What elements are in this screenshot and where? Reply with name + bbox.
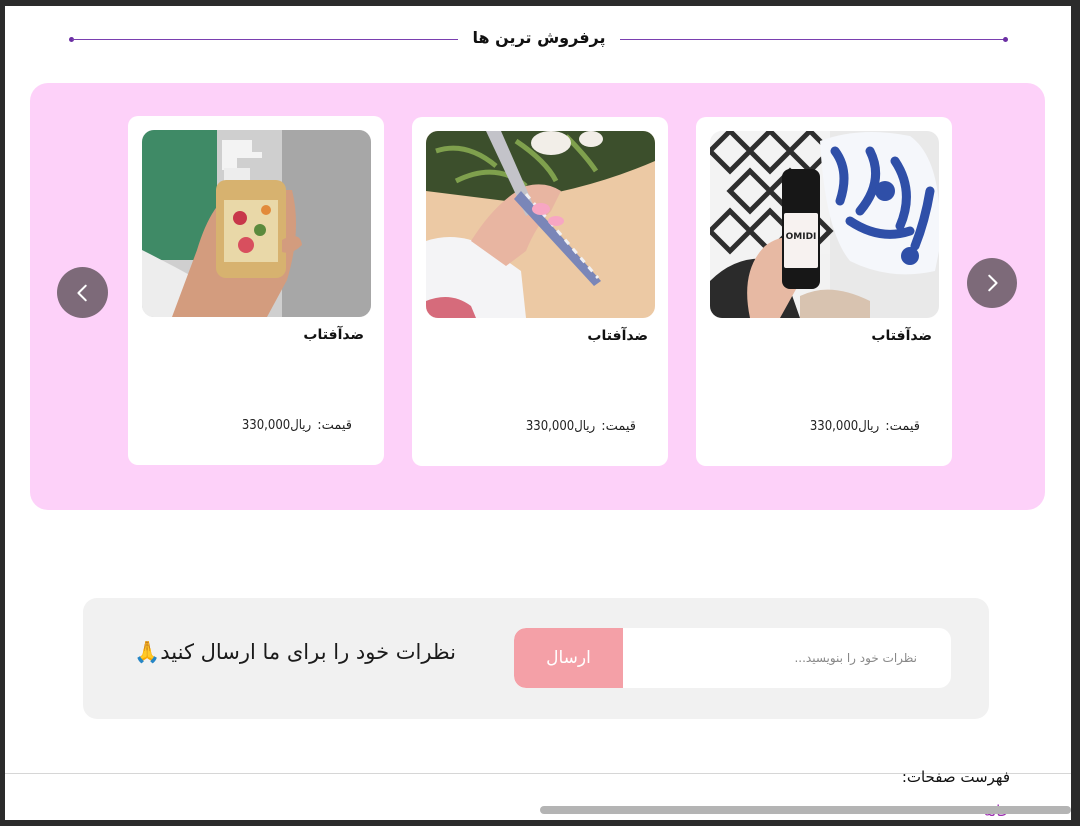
product-card[interactable]: OMIDI ضدآفتاب قیمت: ریال330,000 xyxy=(696,117,952,466)
header-line-left xyxy=(72,39,458,40)
product-price: قیمت: ریال330,000 xyxy=(810,419,920,434)
product-name[interactable]: ضدآفتاب xyxy=(303,327,364,343)
page-frame: پرفروش ترین ها OMIDI ضدآفتاب قیمت: ریال3… xyxy=(5,6,1071,820)
feedback-form: ارسال xyxy=(514,628,951,688)
svg-text:OMIDI: OMIDI xyxy=(786,232,817,242)
bestsellers-header: پرفروش ترین ها xyxy=(5,28,1071,52)
product-price: قیمت: ریال330,000 xyxy=(526,419,636,434)
price-label: قیمت: xyxy=(317,418,352,433)
price-value: ریال330,000 xyxy=(809,419,880,434)
chevron-right-icon xyxy=(988,274,998,292)
feedback-prompt: نظرات خود را برای ما ارسال کنید🙏 xyxy=(134,640,456,664)
feedback-input[interactable] xyxy=(623,628,951,688)
product-image[interactable] xyxy=(142,130,371,317)
price-label: قیمت: xyxy=(601,419,636,434)
bestsellers-carousel: OMIDI ضدآفتاب قیمت: ریال330,000 ضدآفتاب … xyxy=(30,83,1045,510)
product-card[interactable]: ضدآفتاب قیمت: ریال330,000 xyxy=(128,116,384,465)
header-dot-right xyxy=(1003,37,1008,42)
price-value: ریال330,000 xyxy=(525,419,596,434)
product-name[interactable]: ضدآفتاب xyxy=(871,328,932,344)
send-button[interactable]: ارسال xyxy=(514,628,623,688)
product-image[interactable] xyxy=(426,131,655,318)
feedback-section: نظرات خود را برای ما ارسال کنید🙏 ارسال xyxy=(83,598,989,719)
product-card[interactable]: ضدآفتاب قیمت: ریال330,000 xyxy=(412,117,668,466)
carousel-next-button[interactable] xyxy=(967,258,1017,308)
footer-heading: فهرست صفحات: xyxy=(901,768,1010,786)
price-value: ریال330,000 xyxy=(241,418,312,433)
horizontal-scrollbar[interactable] xyxy=(540,806,1071,814)
header-line-right xyxy=(620,39,1006,40)
product-price: قیمت: ریال330,000 xyxy=(242,418,352,433)
product-name[interactable]: ضدآفتاب xyxy=(587,328,648,344)
carousel-prev-button[interactable] xyxy=(57,267,108,318)
section-title: پرفروش ترین ها xyxy=(472,28,606,47)
product-image[interactable]: OMIDI xyxy=(710,131,939,318)
price-label: قیمت: xyxy=(885,419,920,434)
chevron-left-icon xyxy=(76,284,87,301)
